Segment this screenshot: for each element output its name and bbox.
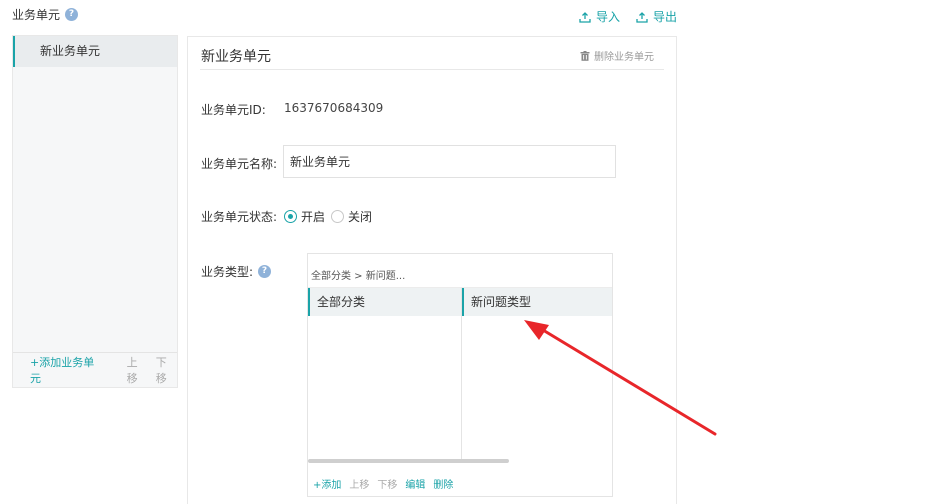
list-footer: +添加业务单元 上移 下移 bbox=[13, 352, 177, 387]
type-move-up-button[interactable]: 上移 bbox=[349, 476, 369, 491]
type-edit-button[interactable]: 编辑 bbox=[405, 476, 425, 491]
title-divider bbox=[200, 69, 664, 70]
status-option-on[interactable]: 开启 bbox=[284, 208, 325, 225]
detail-title: 新业务单元 bbox=[201, 49, 271, 65]
type-add-button[interactable]: +添加 bbox=[313, 476, 341, 491]
type-label-row: 业务类型: ? bbox=[201, 263, 272, 280]
type-columns: 全部分类 新问题类型 bbox=[308, 287, 612, 461]
export-label: 导出 bbox=[652, 10, 677, 24]
id-value: 1637670684309 bbox=[284, 101, 384, 115]
type-move-down-button[interactable]: 下移 bbox=[377, 476, 397, 491]
status-option-off[interactable]: 关闭 bbox=[331, 208, 372, 225]
type-item-all[interactable]: 全部分类 bbox=[308, 288, 461, 316]
add-business-unit-button[interactable]: +添加业务单元 bbox=[30, 354, 103, 386]
id-label: 业务单元ID: bbox=[201, 103, 266, 117]
type-item-new-problem[interactable]: 新问题类型 bbox=[462, 288, 612, 316]
horizontal-scrollbar[interactable] bbox=[308, 459, 509, 463]
radio-checked-icon bbox=[284, 210, 297, 223]
type-label: 业务类型: bbox=[201, 265, 254, 279]
business-type-picker: 全部分类 > 新问题... 全部分类 新问题类型 +添加 上移 下移 编辑 删除 bbox=[307, 253, 613, 497]
move-down-button[interactable]: 下移 bbox=[156, 354, 177, 386]
trash-icon bbox=[580, 50, 590, 61]
help-icon[interactable]: ? bbox=[65, 8, 79, 21]
business-unit-detail: 新业务单元 删除业务单元 业务单元ID: 1637670684309 业务单元名… bbox=[187, 36, 677, 504]
export-icon bbox=[636, 11, 648, 23]
delete-business-unit-button[interactable]: 删除业务单元 bbox=[580, 48, 654, 63]
type-breadcrumb: 全部分类 > 新问题... bbox=[311, 271, 406, 282]
type-column-sub: 新问题类型 bbox=[462, 288, 612, 461]
import-label: 导入 bbox=[595, 10, 620, 24]
page-title: 业务单元 ? bbox=[12, 6, 79, 23]
type-column-all: 全部分类 bbox=[308, 288, 462, 461]
top-actions: 导入 导出 bbox=[579, 8, 677, 25]
status-option-off-label: 关闭 bbox=[348, 210, 373, 224]
status-label: 业务单元状态: bbox=[201, 210, 278, 224]
type-help-icon[interactable]: ? bbox=[258, 265, 272, 278]
status-radio-group: 开启 关闭 bbox=[284, 208, 378, 225]
type-delete-button[interactable]: 删除 bbox=[433, 476, 453, 491]
business-unit-list: 新业务单元 +添加业务单元 上移 下移 bbox=[12, 35, 178, 388]
name-input[interactable] bbox=[283, 145, 616, 178]
move-up-button[interactable]: 上移 bbox=[127, 354, 148, 386]
list-item-new-business-unit[interactable]: 新业务单元 bbox=[13, 36, 177, 67]
status-option-on-label: 开启 bbox=[301, 210, 326, 224]
import-button[interactable]: 导入 bbox=[579, 8, 620, 25]
page-title-text: 业务单元 bbox=[12, 8, 61, 22]
export-button[interactable]: 导出 bbox=[636, 8, 677, 25]
import-icon bbox=[579, 11, 591, 23]
type-actions: +添加 上移 下移 编辑 删除 bbox=[313, 476, 453, 491]
delete-business-unit-label: 删除业务单元 bbox=[594, 52, 654, 63]
radio-unchecked-icon bbox=[331, 210, 345, 223]
name-label: 业务单元名称: bbox=[201, 157, 278, 171]
